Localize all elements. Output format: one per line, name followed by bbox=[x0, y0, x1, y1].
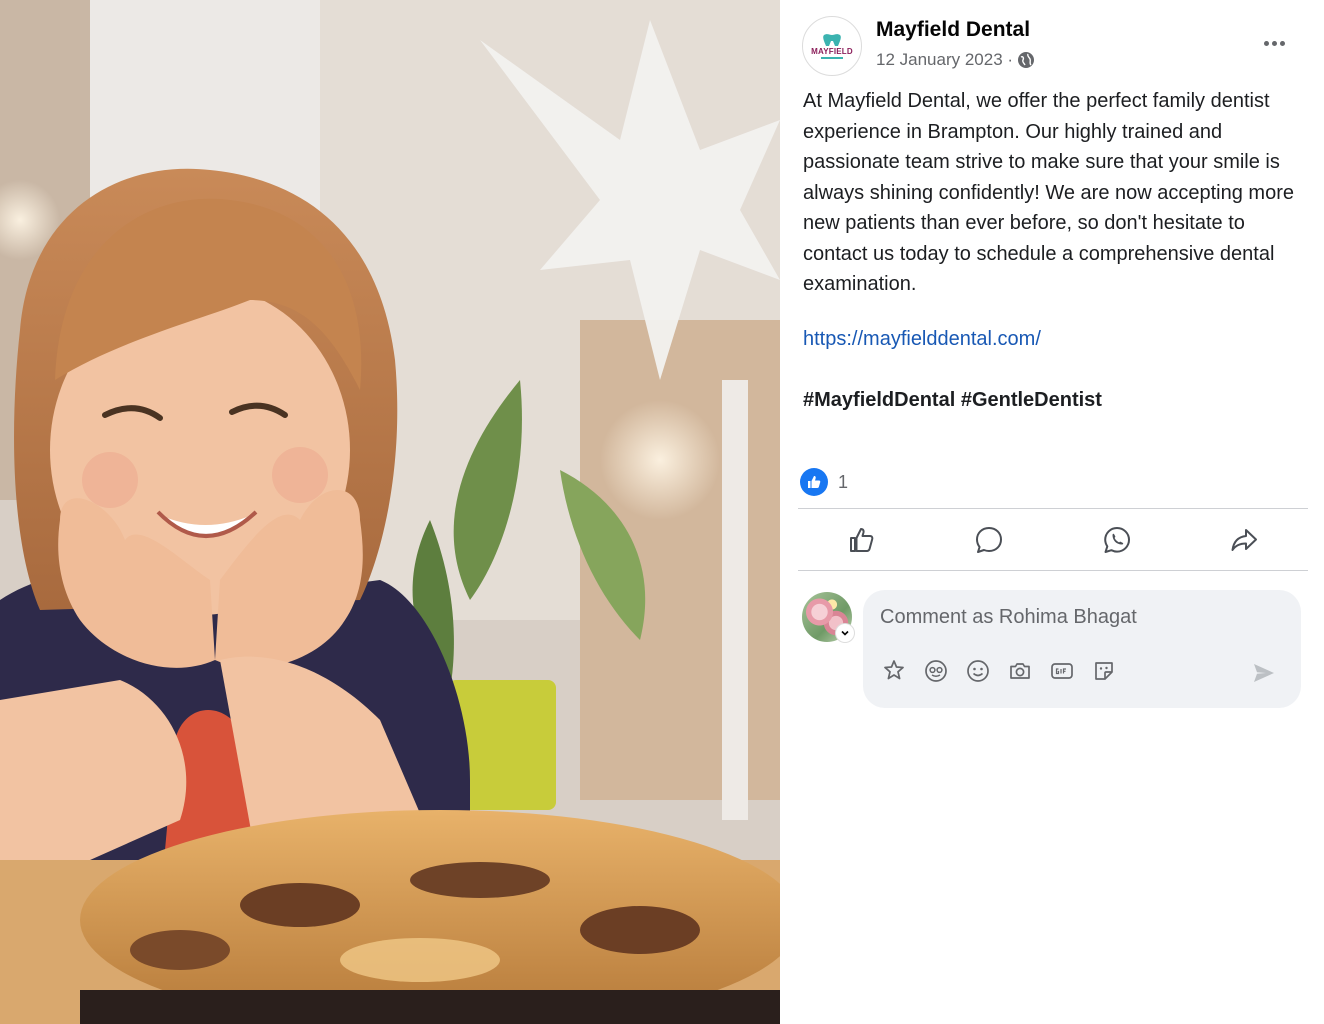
send-button[interactable] bbox=[1251, 660, 1277, 686]
dot bbox=[1279, 40, 1285, 46]
emoji-face-button[interactable] bbox=[923, 658, 949, 684]
like-badge-icon bbox=[800, 468, 828, 496]
avatar-sticker-icon bbox=[884, 660, 904, 680]
sticker-icon bbox=[1095, 662, 1113, 680]
post-photo[interactable] bbox=[0, 0, 780, 1024]
post-link[interactable]: https://mayfielddental.com/ bbox=[803, 328, 1041, 351]
page-name[interactable]: Mayfield Dental bbox=[876, 18, 1030, 42]
dot bbox=[1263, 40, 1269, 46]
whatsapp-icon bbox=[1103, 527, 1130, 553]
reaction-count: 1 bbox=[838, 471, 849, 492]
smiley-button[interactable] bbox=[965, 658, 991, 684]
comment-button[interactable] bbox=[926, 510, 1054, 570]
comment-icon bbox=[976, 527, 1003, 553]
camera-icon bbox=[1010, 663, 1030, 679]
sticker-button[interactable] bbox=[1091, 658, 1117, 684]
comment-toolbar bbox=[881, 658, 1117, 684]
smiley-icon bbox=[967, 660, 989, 682]
send-icon bbox=[1254, 664, 1274, 682]
gif-icon bbox=[1051, 663, 1073, 679]
camera-button[interactable] bbox=[1007, 658, 1033, 684]
post-meta: 12 January 2023 · bbox=[876, 50, 1035, 70]
share-button[interactable] bbox=[1181, 510, 1309, 570]
comment-input[interactable]: Comment as Rohima Bhagat bbox=[863, 590, 1301, 708]
chevron-down-icon[interactable] bbox=[836, 624, 854, 642]
post-text: At Mayfield Dental, we offer the perfect… bbox=[803, 86, 1303, 300]
comment-placeholder[interactable]: Comment as Rohima Bhagat bbox=[880, 606, 1137, 629]
post-panel: MAYFIELD Mayfield Dental 12 January 2023… bbox=[780, 0, 1324, 1024]
page-avatar[interactable]: MAYFIELD bbox=[802, 16, 862, 76]
tooth-logo-icon bbox=[823, 34, 841, 46]
emoji-face-icon bbox=[925, 660, 947, 682]
divider bbox=[798, 508, 1308, 509]
gif-button[interactable] bbox=[1049, 658, 1075, 684]
whatsapp-button[interactable] bbox=[1053, 510, 1181, 570]
post-hashtags[interactable]: #MayfieldDental #GentleDentist bbox=[803, 389, 1102, 412]
share-icon bbox=[1231, 529, 1258, 551]
like-button[interactable] bbox=[798, 510, 926, 570]
reaction-summary[interactable]: 1 bbox=[800, 468, 848, 496]
avatar-sticker-button[interactable] bbox=[881, 658, 907, 684]
divider bbox=[798, 570, 1308, 571]
post-date[interactable]: 12 January 2023 · bbox=[876, 50, 1013, 70]
dot bbox=[1271, 40, 1277, 46]
photo-illustration bbox=[0, 0, 780, 1024]
like-icon bbox=[849, 528, 874, 552]
post-body-text: At Mayfield Dental, we offer the perfect… bbox=[803, 90, 1294, 295]
logo-underline bbox=[821, 57, 843, 59]
logo-text: MAYFIELD bbox=[811, 47, 853, 56]
more-options-button[interactable] bbox=[1258, 30, 1290, 56]
action-bar bbox=[798, 510, 1308, 570]
globe-icon[interactable] bbox=[1017, 51, 1035, 69]
